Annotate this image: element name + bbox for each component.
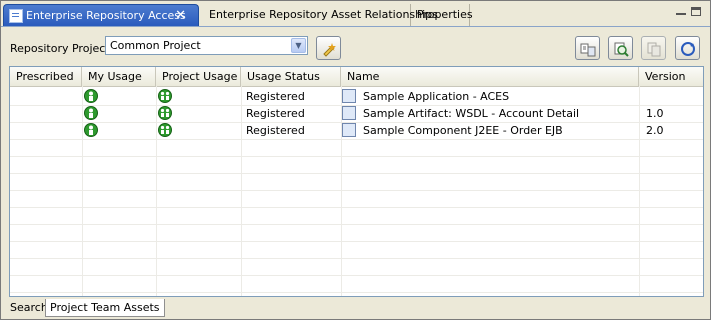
- tab-enterprise-repository-access[interactable]: Enterprise Repository Access ✕: [3, 4, 199, 26]
- column-header-name[interactable]: Name: [341, 67, 639, 86]
- tab-label: Enterprise Repository Access: [26, 9, 186, 22]
- repository-project-value: Common Project: [110, 39, 201, 52]
- copy-asset-icon: [647, 42, 661, 57]
- empty-row: [10, 258, 703, 276]
- column-header-project-usage[interactable]: Project Usage: [156, 67, 241, 86]
- asset-icon: [342, 123, 356, 137]
- submit-asset-button[interactable]: [575, 36, 600, 60]
- empty-row: [10, 207, 703, 225]
- tab-label: Properties: [417, 8, 473, 21]
- tab-label: Enterprise Repository Asset Relationship…: [209, 8, 438, 21]
- asset-name-cell: Sample Artifact: WSDL - Account Detail: [363, 107, 580, 120]
- table-row[interactable]: Registered Sample Application - ACES: [10, 88, 703, 106]
- close-icon[interactable]: ✕: [175, 5, 186, 27]
- user-usage-icon: [84, 89, 98, 103]
- toolbar: Repository Project Common Project ▼: [1, 27, 710, 65]
- empty-row: [10, 139, 703, 157]
- empty-row: [10, 224, 703, 242]
- project-usage-icon: [158, 106, 172, 120]
- column-header-usage-status[interactable]: Usage Status: [241, 67, 341, 86]
- usage-status-cell: Registered: [246, 107, 305, 120]
- search-asset-icon: [614, 42, 629, 57]
- user-usage-icon: [84, 123, 98, 137]
- edit-project-button[interactable]: [316, 36, 341, 60]
- usage-status-cell: Registered: [246, 90, 305, 103]
- maximize-icon[interactable]: [691, 7, 701, 16]
- column-header-my-usage[interactable]: My Usage: [82, 67, 156, 86]
- assets-table[interactable]: Prescribed My Usage Project Usage Usage …: [9, 66, 704, 297]
- view-tab-strip: Enterprise Repository Access ✕ Enterpris…: [1, 1, 710, 27]
- submit-asset-icon: [580, 43, 596, 57]
- column-header-prescribed[interactable]: Prescribed: [10, 67, 82, 86]
- repository-project-select[interactable]: Common Project ▼: [105, 36, 308, 55]
- repository-window: Enterprise Repository Access ✕ Enterpris…: [0, 0, 711, 320]
- repository-view-icon: [9, 9, 23, 23]
- tab-properties[interactable]: Properties: [412, 4, 473, 26]
- project-usage-icon: [158, 89, 172, 103]
- project-usage-icon: [158, 123, 172, 137]
- repository-project-label: Repository Project: [10, 42, 110, 55]
- asset-icon: [342, 89, 356, 103]
- empty-row: [10, 275, 703, 293]
- table-row[interactable]: Registered Sample Component J2EE - Order…: [10, 122, 703, 140]
- minimize-icon[interactable]: [676, 9, 686, 15]
- chevron-down-icon[interactable]: ▼: [291, 38, 306, 53]
- column-header-version[interactable]: Version: [639, 67, 703, 86]
- tab-project-team-assets[interactable]: Project Team Assets: [45, 299, 165, 317]
- table-row[interactable]: Registered Sample Artifact: WSDL - Accou…: [10, 105, 703, 123]
- asset-name-cell: Sample Application - ACES: [363, 90, 510, 103]
- version-cell: 1.0: [646, 107, 664, 120]
- tab-asset-relationships[interactable]: Enterprise Repository Asset Relationship…: [201, 4, 438, 26]
- bottom-tab-strip: Search Project Team Assets: [1, 297, 710, 319]
- copy-asset-button[interactable]: [641, 36, 666, 60]
- search-asset-button[interactable]: [608, 36, 633, 60]
- empty-row: [10, 241, 703, 259]
- usage-status-cell: Registered: [246, 124, 305, 137]
- empty-row: [10, 156, 703, 174]
- edit-project-icon: [323, 43, 336, 57]
- refresh-button[interactable]: [675, 36, 700, 60]
- user-usage-icon: [84, 106, 98, 120]
- empty-row: [10, 190, 703, 208]
- version-cell: 2.0: [646, 124, 664, 137]
- table-header: Prescribed My Usage Project Usage Usage …: [10, 67, 703, 87]
- asset-name-cell: Sample Component J2EE - Order EJB: [363, 124, 563, 137]
- asset-icon: [342, 106, 356, 120]
- empty-row: [10, 173, 703, 191]
- refresh-icon: [681, 42, 695, 56]
